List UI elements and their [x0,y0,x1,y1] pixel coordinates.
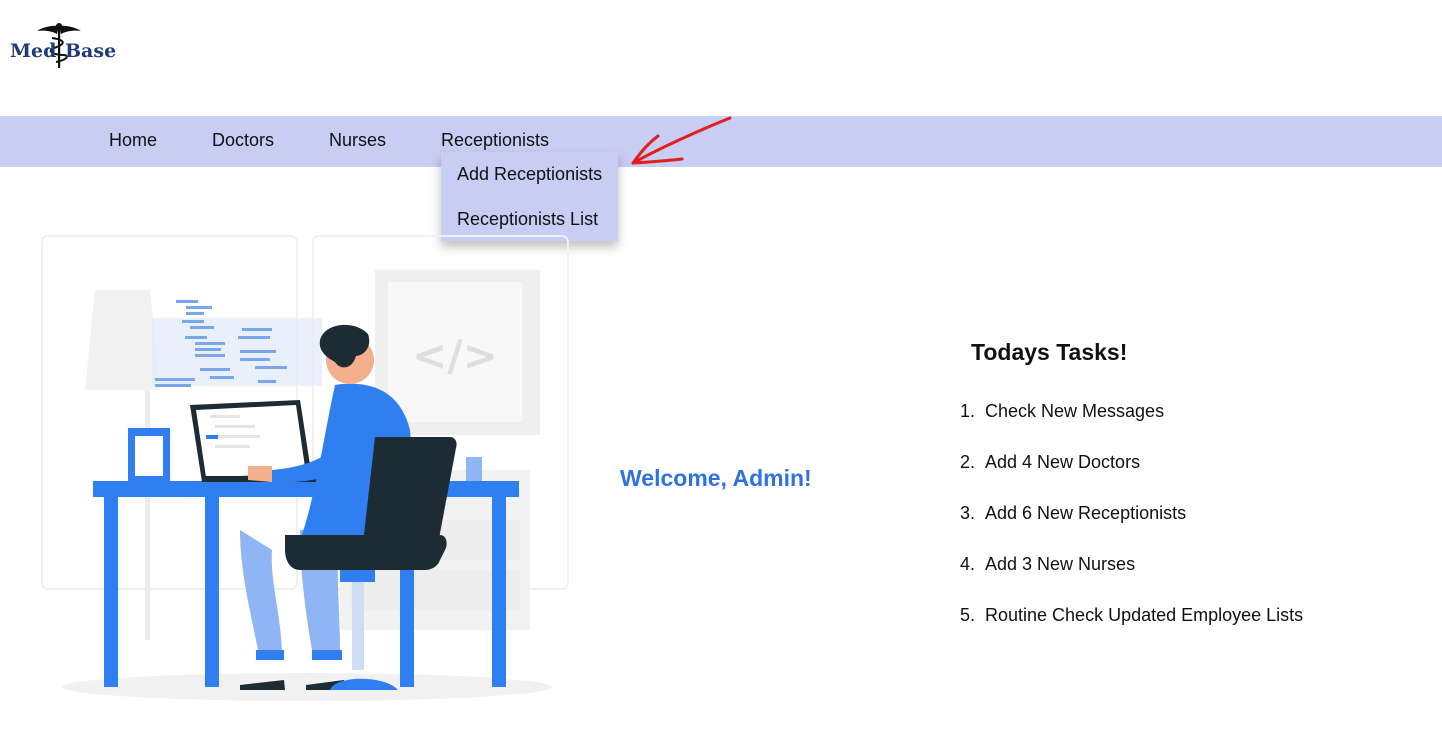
code-symbol: </> [412,331,498,380]
task-number: 1. [960,401,976,421]
task-item: 1. Check New Messages [960,401,1164,422]
task-text: Check New Messages [985,401,1165,421]
logo-text-base: Base [65,40,117,62]
task-number: 3. [960,503,976,523]
nav-home[interactable]: Home [109,116,157,167]
nav-nurses[interactable]: Nurses [329,116,386,167]
tasks-title: Todays Tasks! [971,339,1128,365]
dropdown-item-receptionists-list[interactable]: Receptionists List [457,209,598,230]
logo-text-med: Med [10,40,57,62]
task-text: Add 4 New Doctors [985,452,1141,472]
dropdown-item-add-receptionists[interactable]: Add Receptionists [457,164,602,185]
annotation-arrow-icon [631,116,732,165]
task-number: 5. [960,605,976,625]
task-number: 2. [960,452,976,472]
task-item: 3. Add 6 New Receptionists [960,503,1186,524]
medbase-logo[interactable]: Med Base [8,22,116,70]
developer-illustration: </> [41,235,569,701]
welcome-heading: Welcome, Admin! [620,465,812,491]
nav-doctors[interactable]: Doctors [212,116,274,167]
task-item: 4. Add 3 New Nurses [960,554,1135,575]
receptionists-dropdown: Add Receptionists Receptionists List [441,152,618,241]
task-text: Add 6 New Receptionists [985,503,1187,523]
task-item: 5. Routine Check Updated Employee Lists [960,605,1303,626]
task-text: Add 3 New Nurses [985,554,1136,574]
task-text: Routine Check Updated Employee Lists [985,605,1304,625]
task-item: 2. Add 4 New Doctors [960,452,1140,473]
task-number: 4. [960,554,976,574]
